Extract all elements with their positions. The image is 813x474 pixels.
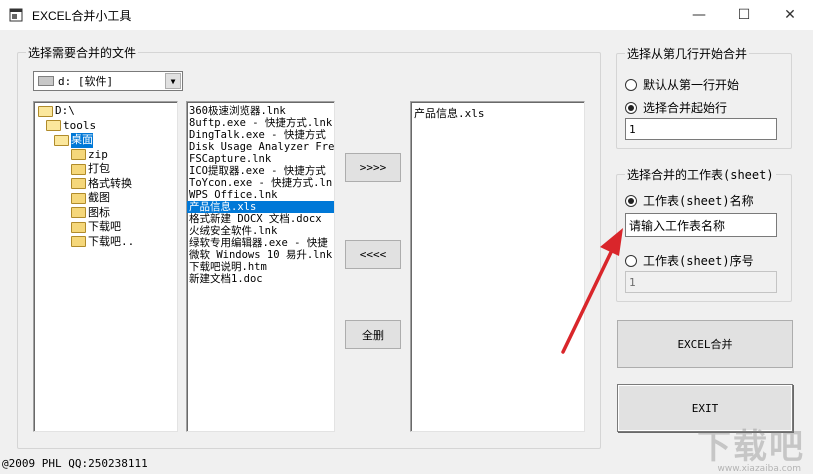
- minimize-icon: —: [692, 7, 706, 23]
- sheet-group-legend: 选择合并的工作表(sheet): [625, 166, 776, 183]
- folder-open-icon: [46, 120, 61, 132]
- minimize-button[interactable]: —: [676, 0, 722, 30]
- folder-icon: [71, 236, 86, 248]
- dir-item[interactable]: 截图: [34, 191, 177, 206]
- chevron-down-icon[interactable]: ▼: [165, 73, 181, 89]
- title-bar: EXCEL合并小工具 — ☐ ✕: [0, 0, 813, 30]
- start-row-input[interactable]: 1: [625, 118, 777, 140]
- selected-file-item[interactable]: 产品信息.xls: [414, 105, 581, 121]
- folder-icon: [71, 178, 86, 190]
- radio-checked-icon: [625, 101, 637, 114]
- window-title: EXCEL合并小工具: [32, 8, 132, 23]
- close-icon: ✕: [784, 7, 796, 23]
- add-files-button[interactable]: >>>>: [345, 153, 401, 182]
- dir-item[interactable]: 格式转换: [34, 177, 177, 192]
- file-list-item-selected[interactable]: 产品信息.xls: [187, 201, 334, 213]
- folder-icon: [71, 192, 86, 204]
- selected-files-list[interactable]: 产品信息.xls: [410, 101, 585, 432]
- status-bar: @2009 PHL QQ:250238111: [0, 452, 813, 474]
- drive-select-value: d: [软件]: [58, 75, 114, 88]
- file-list-item[interactable]: 绿软专用编辑器.exe - 快捷: [187, 237, 334, 249]
- file-list-item[interactable]: WPS Office.lnk: [187, 189, 334, 201]
- file-list-item[interactable]: 火绒安全软件.lnk: [187, 225, 334, 237]
- radio-custom-row[interactable]: 选择合并起始行: [625, 99, 727, 116]
- dir-item[interactable]: zip: [34, 148, 177, 163]
- dir-item[interactable]: D:\: [34, 104, 177, 119]
- radio-sheet-index[interactable]: 工作表(sheet)序号: [625, 252, 754, 269]
- file-list-item[interactable]: Disk Usage Analyzer Free: [187, 141, 334, 153]
- radio-checked-icon: [625, 194, 637, 207]
- file-list-item[interactable]: 微软 Windows 10 易升.lnk: [187, 249, 334, 261]
- status-text: @2009 PHL QQ:250238111: [2, 456, 148, 470]
- maximize-icon: ☐: [737, 7, 751, 23]
- file-list[interactable]: 360极速浏览器.lnk 8uftp.exe - 快捷方式.lnk DingTa…: [186, 101, 335, 432]
- remove-files-button[interactable]: <<<<: [345, 240, 401, 269]
- dir-item[interactable]: 打包: [34, 162, 177, 177]
- folder-icon: [71, 207, 86, 219]
- file-list-item[interactable]: ToYcon.exe - 快捷方式.ln: [187, 177, 334, 189]
- files-group-legend: 选择需要合并的文件: [26, 44, 139, 61]
- folder-icon: [71, 163, 86, 175]
- folder-icon: [71, 221, 86, 233]
- watermark-url: www.xiazaiba.com: [717, 464, 801, 474]
- clear-all-button[interactable]: 全删: [345, 320, 401, 349]
- file-list-item[interactable]: 360极速浏览器.lnk: [187, 105, 334, 117]
- dir-item[interactable]: 下载吧..: [34, 235, 177, 250]
- start-row-group-legend: 选择从第几行开始合并: [625, 45, 750, 62]
- dir-item[interactable]: tools: [34, 119, 177, 134]
- folder-open-icon: [38, 105, 53, 117]
- radio-first-row[interactable]: 默认从第一行开始: [625, 76, 739, 93]
- directory-list[interactable]: D:\ tools 桌面 zip 打包 格式转换 截图 图标 下载吧 下载吧..: [33, 101, 178, 432]
- file-list-item[interactable]: ICO提取器.exe - 快捷方式: [187, 165, 334, 177]
- file-list-item[interactable]: 格式新建 DOCX 文档.docx: [187, 213, 334, 225]
- file-list-item[interactable]: DingTalk.exe - 快捷方式: [187, 129, 334, 141]
- folder-open-icon: [54, 134, 69, 146]
- dir-item-selected[interactable]: 桌面: [34, 133, 177, 148]
- folder-icon: [71, 149, 86, 161]
- file-list-item[interactable]: 新建文档1.doc: [187, 273, 334, 285]
- radio-unchecked-icon: [625, 78, 637, 91]
- radio-sheet-name[interactable]: 工作表(sheet)名称: [625, 192, 754, 209]
- excel-merge-button[interactable]: EXCEL合并: [617, 320, 793, 368]
- file-list-item[interactable]: 下载吧说明.htm: [187, 261, 334, 273]
- sheet-name-input[interactable]: 请输入工作表名称: [625, 213, 777, 237]
- app-icon: [8, 7, 24, 23]
- dir-item[interactable]: 图标: [34, 206, 177, 221]
- file-list-item[interactable]: 8uftp.exe - 快捷方式.lnk: [187, 117, 334, 129]
- sheet-index-input[interactable]: 1: [625, 271, 777, 293]
- drive-icon: [38, 76, 54, 86]
- maximize-button[interactable]: ☐: [721, 0, 767, 30]
- dir-item[interactable]: 下载吧: [34, 220, 177, 235]
- file-list-item[interactable]: FSCapture.lnk: [187, 153, 334, 165]
- close-button[interactable]: ✕: [767, 0, 813, 30]
- watermark-logo: 下载吧: [697, 427, 805, 467]
- radio-unchecked-icon: [625, 254, 637, 267]
- drive-select[interactable]: d: [软件] ▼: [33, 71, 183, 91]
